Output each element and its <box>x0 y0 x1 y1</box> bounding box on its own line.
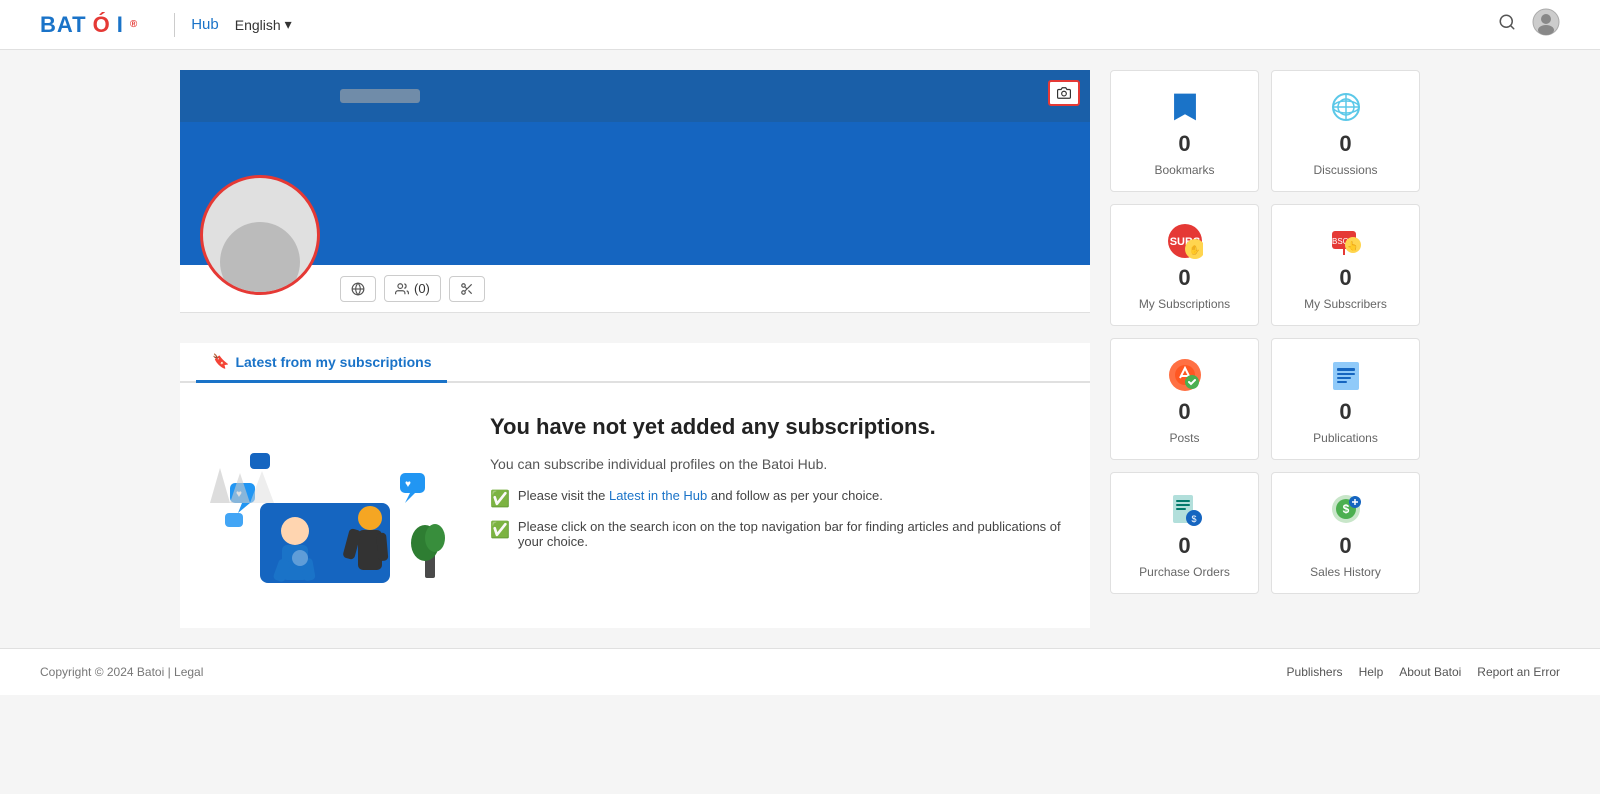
footer-copyright: Copyright © 2024 Batoi | Legal <box>40 665 203 679</box>
logo-registered: ® <box>130 19 138 30</box>
language-label: English <box>235 17 281 33</box>
header: BATÓI ® Hub English ▾ <box>0 0 1600 50</box>
hint1-prefix: Please visit the <box>518 488 609 503</box>
sales-history-icon: $ <box>1329 491 1363 527</box>
stat-card-posts[interactable]: 0 Posts <box>1110 338 1259 460</box>
my-subscriptions-icon: SUBS ✋ <box>1167 223 1203 259</box>
empty-hint-2: ✅ Please click on the search icon on the… <box>490 519 1070 549</box>
header-divider <box>174 13 175 37</box>
posts-count: 0 <box>1178 399 1190 425</box>
empty-heading: You have not yet added any subscriptions… <box>490 413 1070 442</box>
change-banner-button[interactable] <box>1048 80 1080 106</box>
svg-text:✋: ✋ <box>1189 244 1200 255</box>
stat-card-discussions[interactable]: 0 Discussions <box>1271 70 1420 192</box>
profile-button[interactable] <box>1532 8 1560 41</box>
header-icons <box>1498 8 1560 41</box>
latest-hub-link[interactable]: Latest in the Hub <box>609 488 707 503</box>
bookmarks-label: Bookmarks <box>1154 163 1214 177</box>
profile-name <box>340 89 420 103</box>
discussions-count: 0 <box>1339 131 1351 157</box>
my-subscriptions-label: My Subscriptions <box>1139 297 1230 311</box>
logo-o: Ó <box>93 12 111 38</box>
my-subscriptions-count: 0 <box>1178 265 1190 291</box>
check-icon-1: ✅ <box>490 489 510 509</box>
globe-icon <box>351 282 365 296</box>
publications-count: 0 <box>1339 399 1351 425</box>
logo-i: I <box>117 12 124 38</box>
profile-section: (0) 🔖 Latest from my subscriptions <box>180 70 1090 628</box>
purchase-orders-label: Purchase Orders <box>1139 565 1230 579</box>
chevron-down-icon: ▾ <box>285 16 292 33</box>
my-subscribers-count: 0 <box>1339 265 1351 291</box>
purchase-orders-count: 0 <box>1178 533 1190 559</box>
posts-icon <box>1168 357 1202 393</box>
stat-card-my-subscriptions[interactable]: SUBS ✋ 0 My Subscriptions <box>1110 204 1259 326</box>
tab-subscriptions-label: Latest from my subscriptions <box>235 354 431 370</box>
svg-text:$: $ <box>1191 514 1196 524</box>
footer-error-link[interactable]: Report an Error <box>1477 665 1560 679</box>
empty-illustration: ♥ ♥ <box>200 413 460 598</box>
stat-card-purchase-orders[interactable]: $ 0 Purchase Orders <box>1110 472 1259 594</box>
followers-count: (0) <box>414 281 430 296</box>
empty-subtext: You can subscribe individual profiles on… <box>490 456 1070 472</box>
logo-text: BAT <box>40 12 87 38</box>
publications-icon <box>1329 357 1363 393</box>
bookmark-tab-icon: 🔖 <box>212 353 229 370</box>
purchase-orders-icon: $ <box>1168 491 1202 527</box>
sales-history-label: Sales History <box>1310 565 1381 579</box>
svg-text:👆: 👆 <box>1347 240 1358 251</box>
my-subscribers-icon: SUBSCRIBE 👆 <box>1328 223 1364 259</box>
hint1-text: Please visit the Latest in the Hub and f… <box>518 488 883 503</box>
posts-label: Posts <box>1169 431 1199 445</box>
svg-text:$: $ <box>1342 502 1349 516</box>
avatar-icon <box>1532 8 1560 36</box>
svg-text:♥: ♥ <box>405 479 411 490</box>
bookmarks-count: 0 <box>1178 131 1190 157</box>
footer-about-link[interactable]: About Batoi <box>1399 665 1461 679</box>
stat-card-bookmarks[interactable]: 0 Bookmarks <box>1110 70 1259 192</box>
empty-hint-1: ✅ Please visit the Latest in the Hub and… <box>490 488 1070 509</box>
empty-text: You have not yet added any subscriptions… <box>490 413 1070 559</box>
footer-publishers-link[interactable]: Publishers <box>1287 665 1343 679</box>
stat-card-publications[interactable]: 0 Publications <box>1271 338 1420 460</box>
search-button[interactable] <box>1498 13 1516 36</box>
profile-banner <box>180 70 1090 265</box>
tab-subscriptions[interactable]: 🔖 Latest from my subscriptions <box>196 343 447 383</box>
stat-card-my-subscribers[interactable]: SUBSCRIBE 👆 0 My Subscribers <box>1271 204 1420 326</box>
subscription-illustration: ♥ ♥ <box>200 413 460 593</box>
followers-icon <box>395 282 409 296</box>
profile-tabs: 🔖 Latest from my subscriptions <box>180 343 1090 383</box>
website-button[interactable] <box>340 276 376 302</box>
profile-actions: (0) <box>180 265 1090 313</box>
discussions-label: Discussions <box>1313 163 1377 177</box>
hint1-suffix: and follow as per your choice. <box>707 488 883 503</box>
right-sidebar: 0 Bookmarks 0 Discussions <box>1110 70 1420 628</box>
camera-icon <box>1057 86 1071 100</box>
search-icon <box>1498 13 1516 31</box>
followers-button[interactable]: (0) <box>384 275 441 302</box>
empty-state: ♥ ♥ You have not yet added any subscript… <box>180 383 1090 628</box>
my-subscribers-label: My Subscribers <box>1304 297 1387 311</box>
sales-history-count: 0 <box>1339 533 1351 559</box>
profile-avatar[interactable] <box>200 175 320 295</box>
hub-link[interactable]: Hub <box>191 16 219 33</box>
profile-bottom-bar <box>180 70 1090 122</box>
bookmarks-icon <box>1170 89 1200 125</box>
avatar-silhouette <box>220 222 300 295</box>
discussions-icon <box>1330 89 1362 125</box>
scissors-icon <box>460 282 474 296</box>
main-container: (0) 🔖 Latest from my subscriptions <box>140 50 1460 648</box>
footer-help-link[interactable]: Help <box>1359 665 1384 679</box>
language-selector[interactable]: English ▾ <box>235 16 292 33</box>
hint2-text: Please click on the search icon on the t… <box>518 519 1070 549</box>
check-icon-2: ✅ <box>490 520 510 540</box>
stat-card-sales-history[interactable]: $ 0 Sales History <box>1271 472 1420 594</box>
publications-label: Publications <box>1313 431 1378 445</box>
footer: Copyright © 2024 Batoi | Legal Publisher… <box>0 648 1600 695</box>
footer-links: Publishers Help About Batoi Report an Er… <box>1287 665 1560 679</box>
settings-button[interactable] <box>449 276 485 302</box>
logo[interactable]: BATÓI ® <box>40 12 138 38</box>
